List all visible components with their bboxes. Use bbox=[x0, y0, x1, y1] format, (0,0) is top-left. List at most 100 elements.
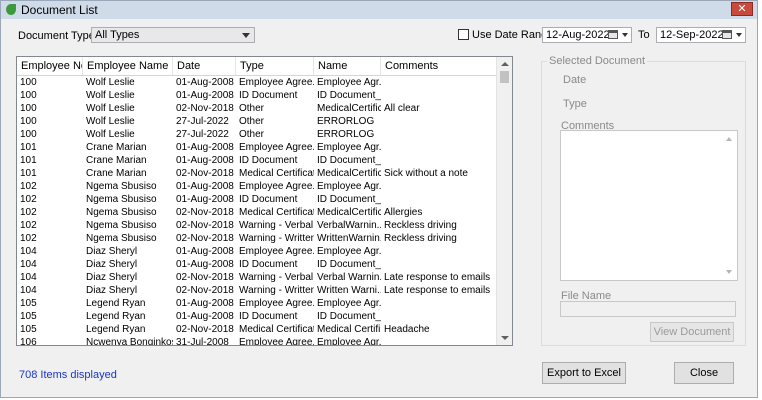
table-row[interactable]: 104 Diaz Sheryl 02-Nov-2018 Warning - Writt… bbox=[17, 284, 497, 297]
table-cell: 104 bbox=[20, 285, 37, 296]
date-from-value: 12-Aug-2022 bbox=[546, 29, 610, 41]
table-row[interactable]: 105 Legend Ryan 01-Aug-2008 ID Document ID D… bbox=[17, 310, 497, 323]
table-cell: Ngema Sbusiso bbox=[86, 207, 157, 218]
scroll-up-icon bbox=[726, 137, 732, 141]
window-close-button[interactable]: ✕ bbox=[731, 2, 753, 16]
export-to-excel-button[interactable]: Export to Excel bbox=[542, 362, 626, 384]
table-cell: 01-Aug-2008 bbox=[176, 259, 234, 270]
document-grid[interactable]: Employee No Employee Name Date Type Name Comm… bbox=[16, 56, 513, 346]
table-cell: 01-Aug-2008 bbox=[176, 181, 234, 192]
table-cell: 02-Nov-2018 bbox=[176, 207, 234, 218]
table-cell: ERRORLOG bbox=[317, 129, 375, 140]
calendar-icon[interactable] bbox=[608, 30, 618, 39]
scroll-up-icon[interactable] bbox=[501, 62, 509, 66]
table-cell: Employee Agr... bbox=[317, 246, 381, 257]
column-header[interactable]: Date bbox=[173, 57, 236, 75]
column-header[interactable]: Type bbox=[236, 57, 314, 75]
type-label: Type bbox=[563, 98, 587, 110]
table-cell: Medical Certificate bbox=[239, 324, 314, 335]
table-cell: Ncwenya Bonginkosi bbox=[86, 337, 173, 346]
column-header[interactable]: Name bbox=[314, 57, 381, 75]
table-cell: Warning - Verbal bbox=[239, 272, 314, 283]
table-cell: 100 bbox=[20, 77, 37, 88]
table-row[interactable]: 100 Wolf Leslie 01-Aug-2008 ID Document ID D… bbox=[17, 89, 497, 102]
table-row[interactable]: 100 Wolf Leslie 27-Jul-2022 Other ERRORLOG bbox=[17, 115, 497, 128]
table-cell: 01-Aug-2008 bbox=[176, 246, 234, 257]
table-cell: Medical Certificate bbox=[239, 168, 314, 179]
table-row[interactable]: 102 Ngema Sbusiso 02-Nov-2018 Warning - Ver… bbox=[17, 219, 497, 232]
table-cell: Wolf Leslie bbox=[86, 116, 135, 127]
table-cell: 27-Jul-2022 bbox=[176, 129, 229, 140]
table-row[interactable]: 105 Legend Ryan 02-Nov-2018 Medical Certifi… bbox=[17, 323, 497, 336]
table-cell: Sick without a note bbox=[384, 168, 468, 179]
table-cell: Employee Agr... bbox=[317, 337, 381, 346]
view-document-button[interactable]: View Document bbox=[650, 322, 734, 342]
table-row[interactable]: 101 Crane Marian 01-Aug-2008 Employee Agree… bbox=[17, 141, 497, 154]
table-row[interactable]: 102 Ngema Sbusiso 01-Aug-2008 Employee Agre… bbox=[17, 180, 497, 193]
table-cell: 02-Nov-2018 bbox=[176, 103, 234, 114]
table-cell: Employee Agree... bbox=[239, 142, 314, 153]
table-cell: Ngema Sbusiso bbox=[86, 181, 157, 192]
table-row[interactable]: 106 Ncwenya Bonginkosi 31-Jul-2008 Employee… bbox=[17, 336, 497, 346]
table-row[interactable]: 104 Diaz Sheryl 02-Nov-2018 Warning - Verba… bbox=[17, 271, 497, 284]
table-row[interactable]: 104 Diaz Sheryl 01-Aug-2008 ID Document ID D… bbox=[17, 258, 497, 271]
table-cell: Employee Agree... bbox=[239, 298, 314, 309]
table-cell: 01-Aug-2008 bbox=[176, 298, 234, 309]
table-cell: 102 bbox=[20, 181, 37, 192]
table-row[interactable]: 105 Legend Ryan 01-Aug-2008 Employee Agree.… bbox=[17, 297, 497, 310]
column-header[interactable]: Employee No bbox=[17, 57, 83, 75]
table-row[interactable]: 100 Wolf Leslie 01-Aug-2008 Employee Agree.… bbox=[17, 76, 497, 89]
table-cell: 105 bbox=[20, 311, 37, 322]
table-row[interactable]: 101 Crane Marian 02-Nov-2018 Medical Certif… bbox=[17, 167, 497, 180]
file-name-field[interactable] bbox=[560, 301, 736, 317]
scroll-thumb[interactable] bbox=[500, 71, 509, 83]
table-row[interactable]: 104 Diaz Sheryl 01-Aug-2008 Employee Agree.… bbox=[17, 245, 497, 258]
table-cell: Employee Agr... bbox=[317, 77, 381, 88]
table-cell: Written Warni... bbox=[317, 285, 381, 296]
table-row[interactable]: 102 Ngema Sbusiso 01-Aug-2008 ID Document ID… bbox=[17, 193, 497, 206]
table-cell: ID Document_... bbox=[317, 194, 381, 205]
calendar-icon[interactable] bbox=[722, 30, 732, 39]
table-cell: 02-Nov-2018 bbox=[176, 168, 234, 179]
document-type-value: All Types bbox=[95, 29, 140, 41]
document-type-select[interactable]: All Types bbox=[91, 27, 255, 43]
date-from-picker[interactable]: 12-Aug-2022 bbox=[542, 27, 632, 43]
table-cell: Other bbox=[239, 116, 265, 127]
date-to-picker[interactable]: 12-Sep-2022 bbox=[656, 27, 746, 43]
close-button[interactable]: Close bbox=[674, 362, 734, 384]
table-cell: Wolf Leslie bbox=[86, 90, 135, 101]
table-cell: All clear bbox=[384, 103, 420, 114]
grid-body: 100 Wolf Leslie 01-Aug-2008 Employee Agree.… bbox=[17, 76, 497, 346]
document-list-window: Document List ✕ Document Type All Types … bbox=[0, 0, 758, 398]
table-cell: Crane Marian bbox=[86, 142, 147, 153]
table-cell: Warning - Verbal bbox=[239, 220, 314, 231]
table-cell: Diaz Sheryl bbox=[86, 285, 138, 296]
column-header[interactable]: Employee Name bbox=[83, 57, 173, 75]
table-cell: 101 bbox=[20, 142, 37, 153]
table-cell: Headache bbox=[384, 324, 430, 335]
date-to-value: 12-Sep-2022 bbox=[660, 29, 724, 41]
table-row[interactable]: 100 Wolf Leslie 02-Nov-2018 Other MedicalCer… bbox=[17, 102, 497, 115]
scroll-down-icon[interactable] bbox=[501, 336, 509, 340]
date-label: Date bbox=[563, 74, 587, 86]
table-cell: 02-Nov-2018 bbox=[176, 285, 234, 296]
table-cell: Medical Certifi... bbox=[317, 324, 381, 335]
table-cell: Employee Agr... bbox=[317, 298, 381, 309]
table-row[interactable]: 102 Ngema Sbusiso 02-Nov-2018 Warning - Wri… bbox=[17, 232, 497, 245]
table-cell: Other bbox=[239, 129, 265, 140]
table-row[interactable]: 101 Crane Marian 01-Aug-2008 ID Document ID … bbox=[17, 154, 497, 167]
table-row[interactable]: 102 Ngema Sbusiso 02-Nov-2018 Medical Certi… bbox=[17, 206, 497, 219]
comments-textarea[interactable] bbox=[560, 130, 738, 281]
table-cell: 02-Nov-2018 bbox=[176, 233, 234, 244]
use-date-range-checkbox[interactable] bbox=[458, 29, 469, 40]
table-row[interactable]: 100 Wolf Leslie 27-Jul-2022 Other ERRORLOG bbox=[17, 128, 497, 141]
table-cell: 01-Aug-2008 bbox=[176, 77, 234, 88]
table-cell: 105 bbox=[20, 298, 37, 309]
table-cell: MedicalCertific... bbox=[317, 207, 381, 218]
column-header[interactable]: Comments bbox=[381, 57, 497, 75]
app-icon bbox=[6, 4, 16, 15]
table-cell: 101 bbox=[20, 168, 37, 179]
table-cell: 27-Jul-2022 bbox=[176, 116, 229, 127]
grid-vertical-scrollbar[interactable] bbox=[496, 57, 512, 345]
table-cell: 01-Aug-2008 bbox=[176, 142, 234, 153]
